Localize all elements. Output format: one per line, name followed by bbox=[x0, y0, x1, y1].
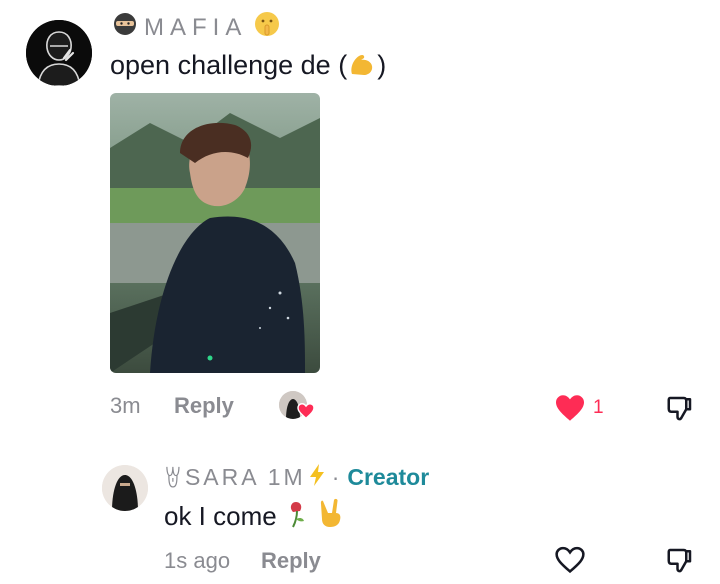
masked-figure-avatar-image bbox=[26, 20, 92, 86]
heart-filled-icon[interactable] bbox=[554, 394, 586, 427]
victory-hand-emoji-icon bbox=[317, 498, 345, 535]
commenter-username[interactable]: MAFIA bbox=[112, 10, 281, 45]
reply-button[interactable]: Reply bbox=[261, 548, 321, 574]
replier-username-text: SARA 1M bbox=[184, 464, 306, 490]
reply-body-text: ok I come bbox=[164, 501, 277, 531]
flexed-biceps-emoji-icon bbox=[347, 50, 377, 81]
thumbs-down-icon[interactable] bbox=[665, 393, 695, 428]
username-text: MAFIA bbox=[144, 13, 248, 41]
wilted-rose-emoji-icon bbox=[285, 498, 309, 535]
reply-button[interactable]: Reply bbox=[174, 393, 234, 419]
creator-badge: Creator bbox=[347, 464, 430, 490]
separator-dot: · bbox=[331, 464, 340, 490]
ninja-emoji-icon bbox=[112, 11, 138, 44]
heart-outline-icon[interactable] bbox=[554, 546, 586, 579]
comment-timestamp: 3m bbox=[110, 393, 141, 418]
creator-liked-indicator bbox=[279, 391, 315, 421]
reply-timestamp: 1s ago bbox=[164, 548, 231, 573]
comment-photo[interactable] bbox=[110, 93, 320, 373]
thumbs-down-icon[interactable] bbox=[665, 545, 695, 580]
commenter-avatar[interactable] bbox=[26, 20, 92, 86]
heart-filled-icon bbox=[297, 402, 315, 424]
reply-comment-text: ok I come bbox=[164, 498, 345, 535]
comment-text: open challenge de () bbox=[110, 50, 386, 81]
like-count: 1 bbox=[593, 397, 604, 418]
high-voltage-emoji-icon bbox=[308, 463, 326, 493]
username-prefix-glyph: ꇐ bbox=[164, 466, 185, 492]
comment-body-text-close: ) bbox=[377, 50, 387, 80]
shushing-face-emoji-icon bbox=[253, 10, 281, 45]
comment-body-text: open challenge de ( bbox=[110, 50, 348, 80]
replier-avatar[interactable] bbox=[102, 465, 148, 511]
veiled-figure-avatar-image bbox=[102, 465, 148, 511]
photo-image bbox=[110, 93, 320, 373]
replier-username[interactable]: ꇐ SARA 1M · Creator bbox=[164, 462, 429, 493]
